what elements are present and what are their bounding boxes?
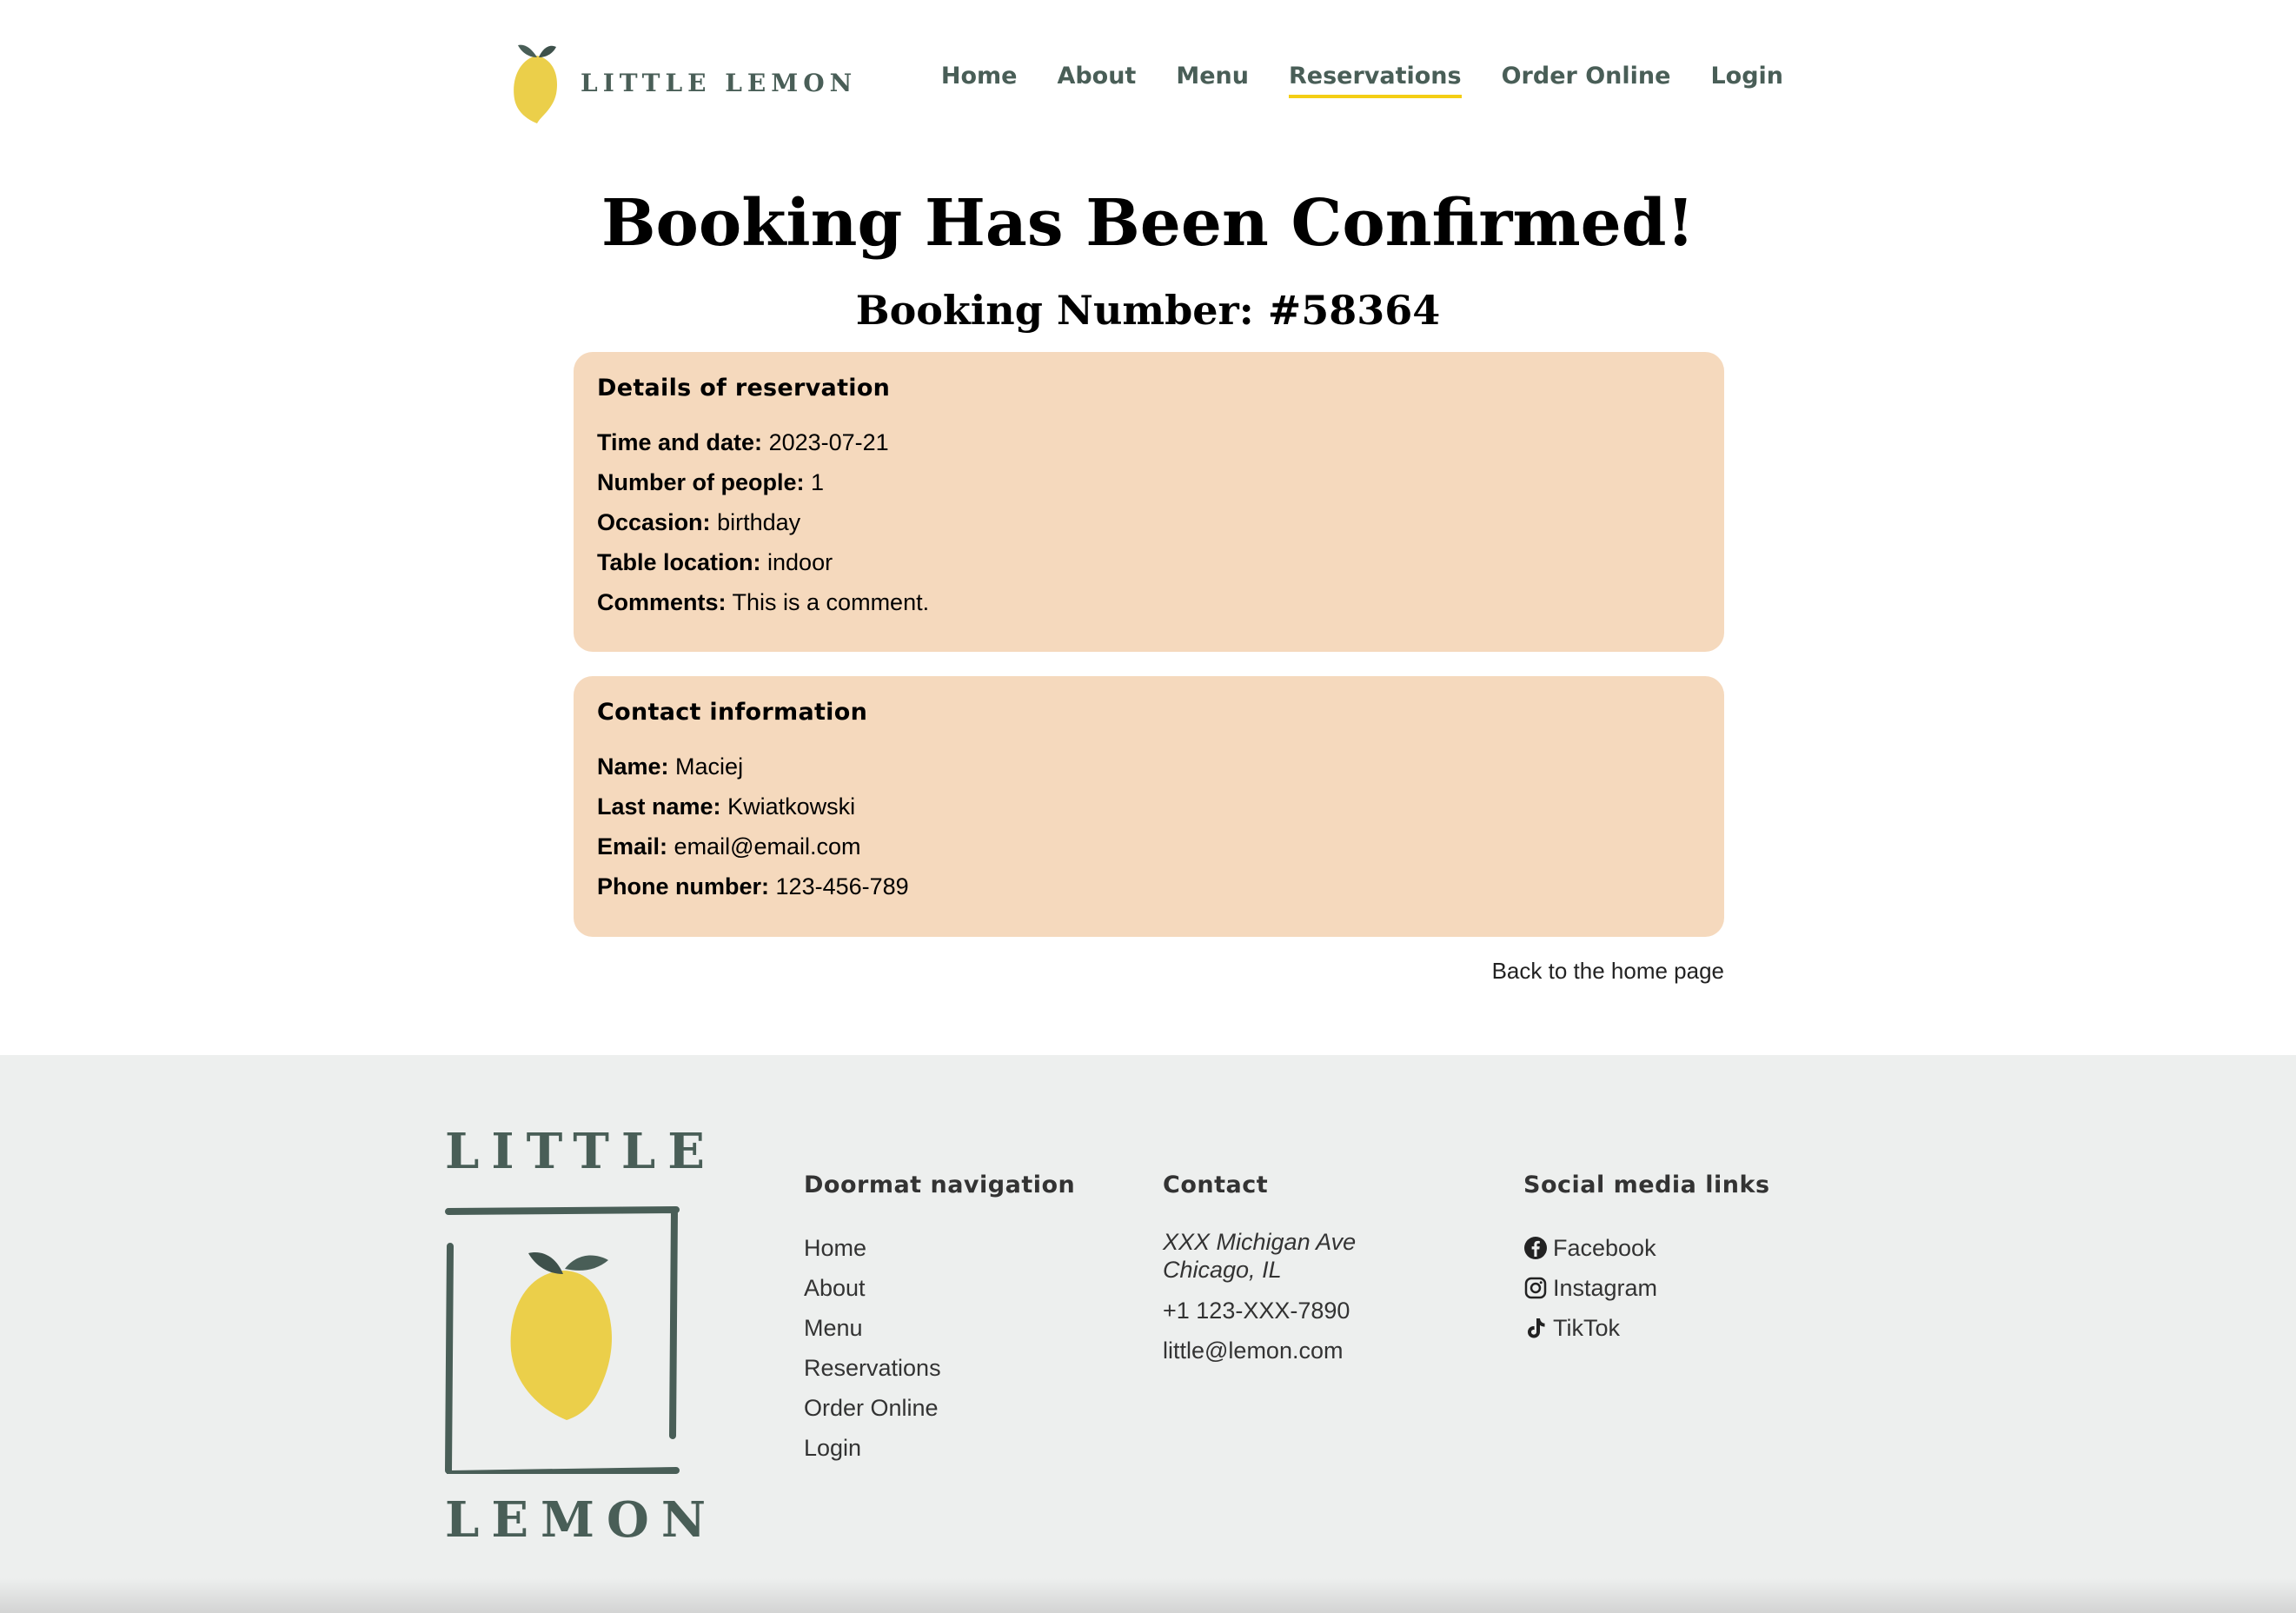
nav-reservations[interactable]: Reservations: [1288, 63, 1462, 98]
social-link-facebook[interactable]: Facebook: [1523, 1228, 1770, 1268]
site-header: LITTLE LEMON Home About Menu Reservation…: [0, 0, 2296, 165]
contact-row-name: Name: Maciej: [597, 747, 1701, 787]
social-label: Instagram: [1553, 1275, 1658, 1301]
social-label: TikTok: [1553, 1315, 1621, 1341]
detail-row-people: Number of people: 1: [597, 462, 1701, 502]
bottom-shadow: [0, 1578, 2296, 1613]
page-title: Booking Has Been Confirmed!: [601, 186, 1695, 261]
detail-label: Comments:: [597, 589, 727, 615]
facebook-icon: [1523, 1236, 1548, 1260]
footer-social-title: Social media links: [1523, 1172, 1770, 1198]
footer-nav-order-online[interactable]: Order Online: [804, 1388, 1075, 1428]
contact-value: Kwiatkowski: [727, 793, 856, 820]
site-footer: LITTLE LEMON Doormat navigation Home Abo…: [0, 1055, 2296, 1613]
nav-menu[interactable]: Menu: [1176, 63, 1249, 98]
footer-nav-reservations[interactable]: Reservations: [804, 1348, 1075, 1388]
detail-label: Number of people:: [597, 469, 805, 495]
footer-address: XXX Michigan Ave Chicago, IL: [1163, 1228, 1356, 1284]
footer-logo-bottom-text: LEMON: [445, 1491, 719, 1549]
detail-value: indoor: [767, 549, 833, 575]
detail-row-location: Table location: indoor: [597, 542, 1701, 582]
footer-logo-frame: [445, 1203, 680, 1477]
detail-label: Time and date:: [597, 429, 763, 455]
nav-order-online[interactable]: Order Online: [1502, 63, 1671, 98]
nav-about[interactable]: About: [1057, 63, 1136, 98]
footer-nav-title: Doormat navigation: [804, 1172, 1076, 1198]
contact-label: Email:: [597, 833, 668, 860]
contact-row-email: Email: email@email.com: [597, 826, 1701, 866]
address-line-1: XXX Michigan Ave: [1163, 1229, 1357, 1255]
footer-contact-title: Contact: [1163, 1172, 1269, 1198]
social-link-instagram[interactable]: Instagram: [1523, 1268, 1770, 1308]
contact-value: 123-456-789: [775, 873, 909, 899]
footer-nav-home[interactable]: Home: [804, 1228, 1075, 1268]
footer-nav-menu[interactable]: Menu: [804, 1308, 1075, 1348]
contact-label: Name:: [597, 753, 669, 780]
nav-home[interactable]: Home: [941, 63, 1018, 98]
back-to-home-link[interactable]: Back to the home page: [1492, 958, 1724, 985]
detail-value: 1: [811, 469, 825, 495]
footer-logo[interactable]: LITTLE LEMON: [445, 1123, 719, 1549]
contact-value: Maciej: [675, 753, 744, 780]
instagram-icon: [1523, 1276, 1548, 1300]
footer-contact: Contact XXX Michigan Ave Chicago, IL +1 …: [1163, 1172, 1356, 1371]
footer-nav-about[interactable]: About: [804, 1268, 1075, 1308]
detail-row-occasion: Occasion: birthday: [597, 502, 1701, 542]
social-label: Facebook: [1553, 1235, 1656, 1261]
contact-row-last-name: Last name: Kwiatkowski: [597, 787, 1701, 826]
nav-login[interactable]: Login: [1710, 63, 1783, 98]
detail-row-time: Time and date: 2023-07-21: [597, 422, 1701, 462]
footer-logo-top-text: LITTLE: [445, 1123, 717, 1180]
footer-doormat-nav: Doormat navigation Home About Menu Reser…: [804, 1172, 1075, 1468]
address-line-2: Chicago, IL: [1163, 1257, 1282, 1283]
detail-value: This is a comment.: [732, 589, 930, 615]
detail-label: Occasion:: [597, 509, 711, 535]
lemon-icon: [445, 1206, 680, 1477]
contact-row-phone: Phone number: 123-456-789: [597, 866, 1701, 906]
contact-info-title: Contact information: [597, 699, 868, 726]
reservation-details-title: Details of reservation: [597, 375, 891, 402]
booking-number: Booking Number: #58364: [855, 287, 1441, 334]
header-logo[interactable]: LITTLE LEMON: [511, 40, 857, 125]
social-link-tiktok[interactable]: TikTok: [1523, 1308, 1770, 1348]
reservation-details-card: Details of reservation Time and date: 20…: [574, 352, 1724, 652]
footer-phone[interactable]: +1 123-XXX-7890: [1163, 1291, 1356, 1331]
contact-label: Phone number:: [597, 873, 770, 899]
main-nav: Home About Menu Reservations Order Onlin…: [941, 63, 1783, 98]
tiktok-icon: [1523, 1316, 1548, 1340]
logo-text: LITTLE LEMON: [581, 68, 858, 97]
footer-social-links: Social media links Facebook Instagram Ti…: [1523, 1172, 1770, 1348]
footer-email[interactable]: little@lemon.com: [1163, 1331, 1356, 1371]
contact-label: Last name:: [597, 793, 721, 820]
footer-nav-login[interactable]: Login: [804, 1428, 1075, 1468]
contact-value: email@email.com: [674, 833, 861, 860]
detail-row-comments: Comments: This is a comment.: [597, 582, 1701, 622]
lemon-icon: [514, 44, 558, 123]
detail-label: Table location:: [597, 549, 761, 575]
contact-info-card: Contact information Name: Maciej Last na…: [574, 676, 1724, 937]
main-content: Booking Has Been Confirmed! Booking Numb…: [0, 165, 2296, 1055]
detail-value: 2023-07-21: [768, 429, 889, 455]
detail-value: birthday: [717, 509, 801, 535]
